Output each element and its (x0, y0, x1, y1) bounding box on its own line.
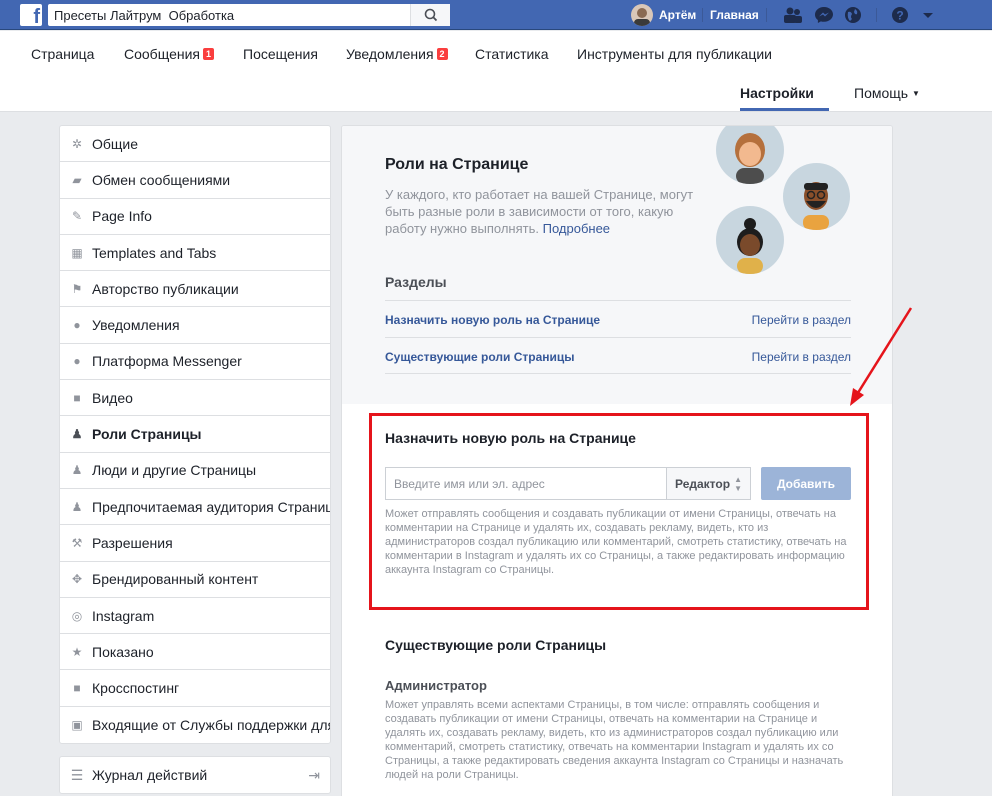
person-illustration-icon (716, 206, 784, 274)
divider (876, 8, 877, 22)
learn-more-link[interactable]: Подробнее (543, 221, 610, 236)
sidebar-item-support-inbox[interactable]: ▣Входящие от Службы поддержки для Страни… (60, 707, 330, 743)
sidebar-item-video[interactable]: ■ Видео (60, 380, 330, 417)
globe-icon[interactable] (843, 6, 863, 24)
messages-icon: ▰ (72, 172, 82, 187)
gear-icon: ✲ (71, 136, 83, 151)
sidebar-item-page-roles[interactable]: ♟ Роли Страницы (60, 416, 330, 453)
star-icon: ★ (71, 644, 83, 659)
search-button[interactable] (410, 4, 450, 26)
sidebar-item-people-other-pages[interactable]: ♟ Люди и другие Страницы (60, 453, 330, 489)
video-icon: ■ (73, 390, 81, 405)
page-nav: Страница Сообщения 1 Посещения Уведомлени… (0, 31, 992, 112)
globe-icon: ● (73, 318, 81, 333)
sidebar-item-crossposting[interactable]: ■ Кросспостинг (60, 670, 330, 707)
messenger-icon: ● (73, 354, 81, 369)
annotation-arrow-icon (850, 307, 913, 406)
pencil-icon: ✎ (71, 209, 83, 224)
sidebar-item-preferred-audience[interactable]: ♟ Предпочитаемая аудитория Страницы (60, 489, 330, 526)
messages-count-badge: 1 (202, 48, 214, 60)
video-icon: ■ (73, 681, 81, 696)
highlight-box (369, 413, 869, 610)
sidebar-item-post-attribution[interactable]: ⚑ Авторство публикации (60, 271, 330, 308)
roles-description: У каждого, кто работает на вашей Страниц… (385, 187, 694, 236)
wrench-icon: ⚒ (71, 535, 83, 550)
sidebar-item-permissions[interactable]: ⚒ Разрешения (60, 525, 330, 562)
tab-visits[interactable]: Посещения (243, 46, 318, 62)
sidebar-item-featured[interactable]: ★ Показано (60, 634, 330, 671)
sidebar-item-messaging[interactable]: ▰ Обмен сообщениями (60, 162, 330, 199)
user-name: Артём (659, 8, 697, 22)
people-icon: ♟ (71, 463, 83, 478)
section-row-assign-role: Назначить новую роль на Странице Перейти… (385, 300, 851, 337)
facebook-icon: ▣ (71, 717, 83, 732)
avatar (631, 4, 653, 26)
tab-notifications[interactable]: Уведомления 2 (346, 46, 448, 62)
section-link-existing-roles[interactable]: Существующие роли Страницы (385, 350, 575, 364)
messenger-icon[interactable] (814, 6, 834, 24)
tab-settings[interactable]: Настройки (740, 85, 814, 101)
home-link[interactable]: Главная (710, 8, 759, 22)
instagram-icon: ◎ (71, 608, 83, 623)
facebook-logo-icon[interactable]: f (20, 4, 42, 26)
chevron-down-icon: ▼ (911, 89, 920, 98)
active-tab-indicator (740, 108, 829, 111)
help-icon[interactable]: ? (890, 6, 910, 24)
admin-role-heading: Администратор (385, 678, 487, 693)
sidebar-item-templates-tabs[interactable]: ▦ Templates and Tabs (60, 235, 330, 272)
friends-icon[interactable] (783, 6, 803, 24)
grid-icon: ▦ (71, 245, 83, 260)
sidebar-item-branded-content[interactable]: ✥ Брендированный контент (60, 562, 330, 598)
open-icon: ⇥ (308, 766, 320, 783)
tab-publishing-tools[interactable]: Инструменты для публикации (577, 46, 772, 62)
svg-text:?: ? (896, 9, 903, 23)
top-bar: f Артём Главная ? (0, 0, 992, 30)
divider (766, 8, 767, 22)
search-input[interactable] (48, 4, 408, 26)
sidebar-item-messenger-platform[interactable]: ● Платформа Messenger (60, 344, 330, 381)
go-to-section-link[interactable]: Перейти в раздел (752, 313, 851, 327)
person-illustration-icon (783, 163, 850, 230)
page-title: Роли на Странице (385, 156, 529, 173)
person-icon: ♟ (71, 427, 83, 442)
search-box (48, 4, 450, 26)
sections-heading: Разделы (385, 274, 447, 290)
divider (385, 373, 851, 374)
admin-role-description: Может управлять всеми аспектами Страницы… (385, 699, 844, 781)
tab-help[interactable]: Помощь ▼ (854, 85, 920, 101)
section-link-assign-role[interactable]: Назначить новую роль на Странице (385, 313, 600, 327)
account-menu-chevron-down-icon[interactable] (918, 6, 938, 24)
sidebar-item-notifications[interactable]: ● Уведомления (60, 307, 330, 344)
sidebar-item-instagram[interactable]: ◎ Instagram (60, 598, 330, 635)
tab-insights[interactable]: Статистика (475, 46, 549, 62)
people-icon: ♟ (71, 499, 83, 514)
divider (702, 8, 703, 22)
list-icon: ☰ (70, 766, 84, 783)
tab-messages[interactable]: Сообщения 1 (124, 46, 214, 62)
sidebar-item-page-info[interactable]: ✎ Page Info (60, 199, 330, 235)
tab-page[interactable]: Страница (31, 46, 94, 62)
section-row-existing-roles: Существующие роли Страницы Перейти в раз… (385, 337, 851, 374)
flag-icon: ⚑ (71, 281, 83, 296)
handshake-icon: ✥ (71, 572, 83, 587)
notifications-count-badge: 2 (436, 48, 448, 60)
sidebar-item-general[interactable]: ✲ Общие (60, 126, 330, 163)
sidebar-item-activity-log[interactable]: ☰ Журнал действий ⇥ (59, 756, 331, 794)
existing-roles-heading: Существующие роли Страницы (385, 637, 607, 653)
search-icon (424, 8, 438, 22)
profile-link[interactable]: Артём (631, 4, 696, 26)
settings-sidebar: ✲ Общие ▰ Обмен сообщениями ✎ Page Info ▦ Te… (59, 125, 331, 745)
go-to-section-link[interactable]: Перейти в раздел (752, 350, 851, 364)
